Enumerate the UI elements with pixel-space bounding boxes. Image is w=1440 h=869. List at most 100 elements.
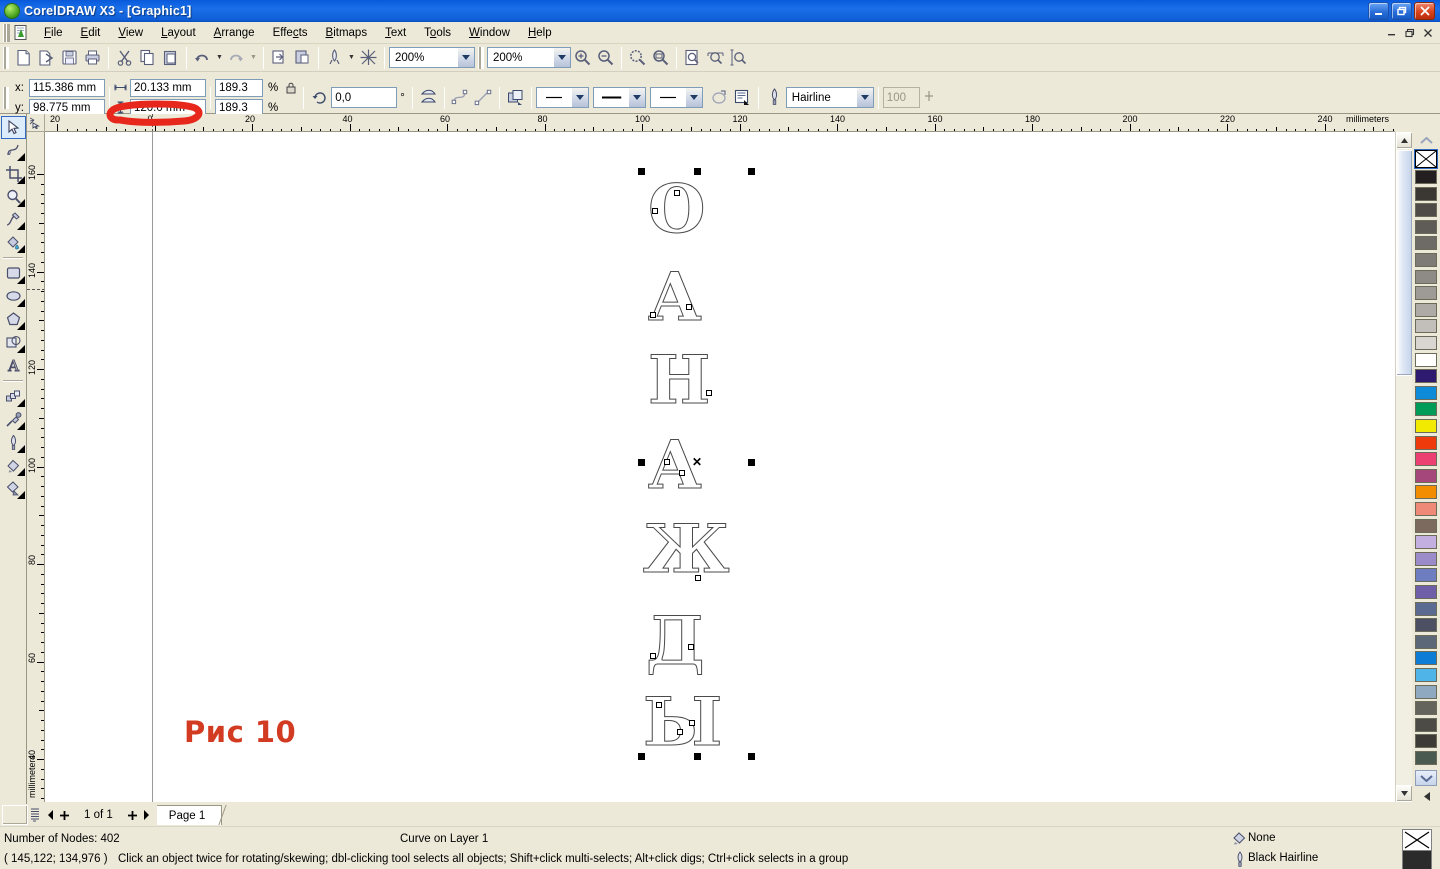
palette-swatch[interactable] (1415, 186, 1437, 201)
curve-node[interactable] (706, 390, 712, 396)
export-icon[interactable] (291, 46, 314, 69)
palette-swatch[interactable] (1415, 419, 1437, 433)
curve-node[interactable] (695, 575, 701, 581)
palette-swatch[interactable] (1415, 684, 1437, 699)
flyout-arrow-icon[interactable] (16, 422, 25, 430)
palette-swatch[interactable] (1415, 651, 1437, 666)
basic-shapes-tool[interactable] (1, 331, 26, 354)
ellipse-tool[interactable] (1, 285, 26, 308)
page-tab-page-1[interactable]: Page 1 (156, 805, 223, 825)
order-to-front-icon[interactable] (504, 86, 527, 109)
redo-dropdown-arrow[interactable]: ▼ (248, 46, 259, 69)
flyout-arrow-icon[interactable] (16, 176, 25, 184)
scroll-up-button[interactable] (1396, 132, 1413, 149)
palette-swatch[interactable] (1415, 236, 1437, 251)
ruler-origin-corner[interactable] (27, 114, 45, 132)
paste-icon[interactable] (159, 46, 182, 69)
palette-swatch[interactable] (1415, 435, 1437, 450)
palette-swatch[interactable] (1415, 601, 1437, 616)
palette-swatch[interactable] (1415, 568, 1437, 583)
canvas-letter-n[interactable]: Н (647, 341, 710, 420)
curve-node[interactable] (674, 190, 680, 196)
canvas-letter-y[interactable]: Ы (642, 683, 722, 762)
restore-button[interactable] (1391, 2, 1412, 20)
menu-item-effects[interactable]: Effects (264, 25, 317, 41)
palette-swatch[interactable] (1415, 369, 1437, 384)
menu-item-arrange[interactable]: Arrange (205, 25, 264, 41)
menu-item-window[interactable]: Window (460, 25, 519, 41)
zoom-in-icon[interactable] (571, 46, 594, 69)
palette-swatch[interactable] (1415, 402, 1437, 417)
palette-swatch[interactable] (1415, 618, 1437, 633)
zoom-to-page-icon[interactable] (681, 46, 704, 69)
rotation-angle-field[interactable]: 0,0 (331, 87, 398, 108)
flyout-arrow-icon[interactable] (16, 222, 25, 230)
flyout-arrow-icon[interactable] (16, 153, 25, 161)
chevron-down-icon[interactable] (855, 88, 873, 107)
palette-swatch[interactable] (1415, 701, 1437, 716)
crop-tool[interactable] (1, 162, 26, 185)
vertical-ruler[interactable]: 160 140 120 100 80 60 40 millimeters (27, 132, 45, 802)
drawing-canvas[interactable]: О А Н А Ж Д Ы ✕ Рис 10 (45, 132, 1395, 802)
width-field[interactable]: 20.133 mm (129, 78, 206, 97)
palette-swatch[interactable] (1415, 485, 1437, 500)
zoom-to-all-objects-icon[interactable] (626, 46, 649, 69)
palette-swatch[interactable] (1415, 551, 1437, 566)
palette-swatch[interactable] (1415, 219, 1437, 234)
flyout-arrow-icon[interactable] (16, 491, 25, 499)
minimize-button[interactable] (1368, 2, 1389, 20)
canvas-letter-a-1[interactable]: А (648, 258, 703, 337)
scale-horizontal-field[interactable]: 189.3 (214, 78, 263, 97)
arrow-start-combo[interactable] (535, 87, 589, 108)
text-frame-icon[interactable] (731, 86, 754, 109)
horizontal-ruler[interactable]: 20 0 20 40 60 80 100 120 140 160 180 200 220 240 milli… (45, 114, 1395, 132)
redo-icon[interactable] (225, 46, 248, 69)
palette-swatch[interactable] (1415, 535, 1437, 550)
palette-swatch[interactable] (1415, 269, 1437, 284)
arrow-end-combo[interactable] (649, 87, 703, 108)
convert-to-curves-icon[interactable] (449, 86, 472, 109)
palette-swatch[interactable] (1415, 717, 1437, 732)
menu-item-file[interactable]: FFileile (35, 25, 72, 41)
zoom-level-combo-2[interactable]: 200% (487, 47, 571, 68)
interactive-fill-tool[interactable] (1, 477, 26, 500)
flyout-arrow-icon[interactable] (16, 199, 25, 207)
flyout-arrow-icon[interactable] (16, 245, 25, 253)
palette-swatch[interactable] (1415, 452, 1437, 467)
curve-node[interactable] (650, 312, 656, 318)
flyout-arrow-icon[interactable] (16, 276, 25, 284)
menu-item-help[interactable]: Help (519, 25, 561, 41)
page-menu-icon[interactable] (28, 805, 42, 825)
transparency-field[interactable]: 100 (882, 87, 920, 108)
freehand-tool[interactable] (1, 208, 26, 231)
selection-handle-middle-right[interactable] (748, 459, 755, 466)
selection-handle-top-center[interactable] (694, 168, 701, 175)
standard-toolbar-grip[interactable] (3, 46, 9, 69)
selection-handle-top-left[interactable] (638, 168, 645, 175)
zoom-to-selection-icon[interactable] (649, 46, 672, 69)
add-page-after-icon[interactable] (125, 806, 140, 824)
zoom-to-page-width-icon[interactable] (704, 46, 727, 69)
selection-handle-bottom-center[interactable] (694, 753, 701, 760)
chevron-down-icon[interactable] (684, 88, 702, 107)
polygon-tool[interactable] (1, 308, 26, 331)
palette-swatch[interactable] (1415, 319, 1437, 334)
flyout-arrow-icon[interactable] (16, 322, 25, 330)
curve-node[interactable] (664, 459, 670, 465)
menu-item-layout[interactable]: Layout (152, 25, 205, 41)
smart-fill-tool[interactable] (1, 231, 26, 254)
palette-swatch[interactable] (1415, 668, 1437, 682)
outline-color-swatch[interactable] (1402, 850, 1432, 869)
doc-restore-button[interactable] (1401, 25, 1418, 40)
canvas-letter-zh[interactable]: Ж (643, 510, 731, 589)
line-style-combo[interactable] (592, 87, 646, 108)
palette-scroll-up-icon[interactable] (1414, 132, 1438, 148)
save-document-icon[interactable] (58, 46, 81, 69)
palette-swatch[interactable] (1415, 502, 1437, 516)
pick-tool[interactable] (0, 116, 26, 139)
convert-line-to-curve-icon[interactable] (472, 86, 495, 109)
palette-swatch[interactable] (1415, 203, 1437, 218)
palette-swatch[interactable] (1415, 518, 1437, 533)
eyedropper-tool[interactable] (1, 408, 26, 431)
curve-node[interactable] (652, 208, 658, 214)
